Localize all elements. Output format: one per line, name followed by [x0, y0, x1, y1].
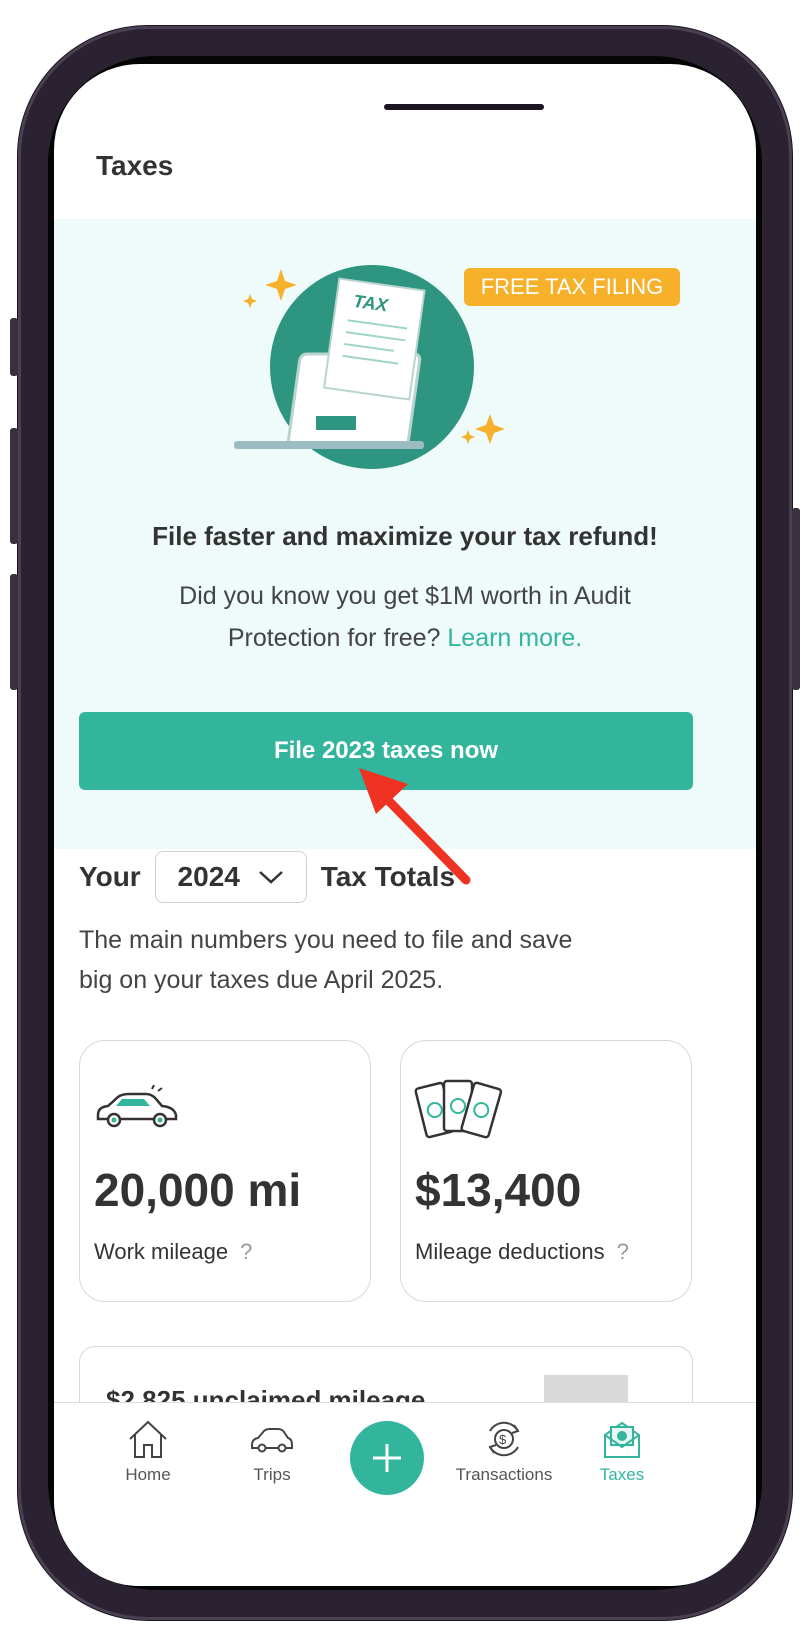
phone-screen: Taxes TAX FREE TAX FILING File faster an…	[54, 64, 756, 1586]
tab-transactions-label: Transactions	[455, 1465, 553, 1484]
work-mileage-card[interactable]: 20,000 mi Work mileage?	[79, 1040, 371, 1302]
tax-envelope-icon	[604, 1421, 640, 1458]
page-title: Taxes	[96, 150, 174, 181]
bottom-tab-bar: Home Trips $ Transactions Taxes	[54, 1402, 756, 1586]
promo-body-line1: Did you know you get $1M worth in Audit	[179, 582, 631, 610]
plus-icon	[373, 1444, 401, 1472]
mileage-deductions-label-text: Mileage deductions	[415, 1239, 605, 1264]
tax-filing-promo: TAX FREE TAX FILING File faster and maxi…	[54, 219, 756, 849]
money-bills-icon	[414, 1079, 503, 1139]
file-taxes-button[interactable]: File 2023 taxes now	[79, 712, 693, 790]
car-icon	[251, 1428, 293, 1453]
tax-totals-description-line2: big on your taxes due April 2025.	[79, 966, 444, 994]
year-dropdown[interactable]: 2024	[154, 851, 307, 903]
side-button-power	[792, 508, 800, 690]
tax-totals-suffix: Tax Totals	[320, 861, 456, 892]
dollar-exchange-icon: $	[488, 1421, 520, 1457]
chevron-down-icon	[259, 871, 283, 884]
promo-body-line2: Protection for free?	[227, 624, 441, 652]
promo-body: Did you know you get $1M worth in Audit …	[114, 575, 696, 659]
home-icon	[129, 1420, 167, 1458]
side-button-volume-down	[10, 574, 18, 690]
work-mileage-label: Work mileage?	[94, 1239, 252, 1265]
sparkle-icon	[475, 414, 505, 444]
car-icon	[96, 1085, 178, 1128]
mileage-deductions-card[interactable]: $13,400 Mileage deductions?	[400, 1040, 692, 1302]
tax-totals-description-line1: The main numbers you need to file and sa…	[79, 926, 573, 954]
sparkle-icon	[265, 269, 297, 301]
status-notch	[384, 104, 544, 110]
tab-home-label: Home	[125, 1465, 171, 1484]
help-icon[interactable]: ?	[617, 1239, 629, 1264]
add-button[interactable]	[350, 1421, 424, 1495]
help-icon[interactable]: ?	[240, 1239, 252, 1264]
sparkle-icon	[243, 294, 257, 308]
learn-more-link[interactable]: Learn more.	[447, 624, 582, 652]
selected-year: 2024	[177, 861, 240, 892]
tab-trips[interactable]: Trips	[212, 1417, 332, 1485]
tab-taxes-label: Taxes	[599, 1465, 645, 1484]
work-mileage-value: 20,000 mi	[94, 1164, 302, 1216]
tax-totals-heading: Your 2024 Tax Totals	[79, 850, 455, 904]
side-button-action	[10, 318, 18, 376]
side-button-volume-up	[10, 428, 18, 544]
tax-totals-description: The main numbers you need to file and sa…	[79, 920, 679, 1000]
mileage-deductions-value: $13,400	[415, 1164, 582, 1216]
tab-trips-label: Trips	[253, 1465, 291, 1484]
tab-transactions[interactable]: $ Transactions	[438, 1417, 570, 1485]
tab-taxes[interactable]: Taxes	[562, 1417, 682, 1485]
tab-home[interactable]: Home	[88, 1417, 208, 1485]
promo-headline: File faster and maximize your tax refund…	[152, 521, 658, 551]
mileage-deductions-label: Mileage deductions?	[415, 1239, 629, 1265]
svg-text:$: $	[499, 1432, 507, 1447]
work-mileage-label-text: Work mileage	[94, 1239, 229, 1264]
tax-totals-prefix: Your	[79, 861, 141, 892]
free-tax-filing-badge: FREE TAX FILING	[464, 268, 680, 306]
sparkle-icon	[461, 430, 475, 444]
